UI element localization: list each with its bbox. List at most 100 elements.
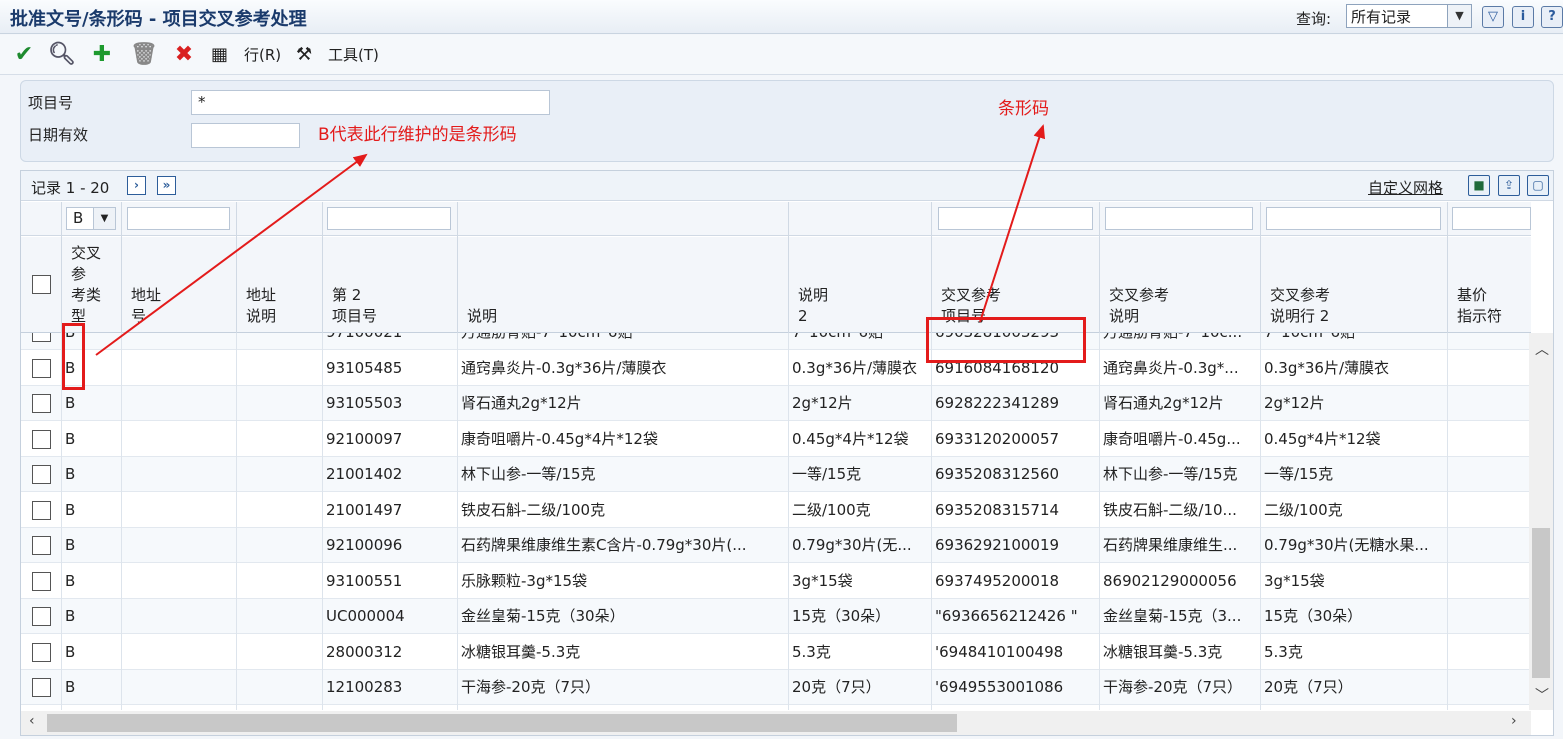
cell-xref-desc2[interactable]: 5.3克 [1264,635,1445,670]
tools-menu[interactable]: 工具(T) [328,42,379,68]
col-xref-desc2[interactable]: 交叉参考 说明行 2 [1260,237,1447,333]
next-page-icon[interactable]: › [127,176,146,195]
row-checkbox[interactable] [32,536,51,555]
cell-description[interactable]: 通窍鼻炎片-0.3g*36片/薄膜衣 [461,351,786,386]
table-row[interactable]: B 93100551 乐脉颗粒-3g*15袋 3g*15袋 6937495200018 8… [21,564,1531,599]
cell-second-item[interactable]: 93105485 [326,351,455,386]
cell-description2[interactable]: 20克（7只） [792,670,929,705]
row-checkbox[interactable] [32,642,51,662]
cell-address-desc[interactable] [240,457,320,492]
cell-second-item[interactable]: 93100551 [326,564,455,599]
qbe-price-indicator-input[interactable] [1452,207,1531,230]
row-checkbox[interactable] [32,394,51,413]
cell-description2[interactable]: 7*10cm*6贴 [792,333,929,350]
cell-address-no[interactable] [125,635,234,670]
cell-xref-desc[interactable]: 冰糖银耳羹-5.3克 [1103,635,1258,670]
table-row[interactable]: B 92100097 康奇咀嚼片-0.45g*4片*12袋 0.45g*4片*12袋 6… [21,422,1531,457]
cell-description2[interactable]: 5.3克 [792,635,929,670]
cell-second-item[interactable]: 12100283 [326,670,455,705]
col-second-item[interactable]: 第 2 项目号 [322,237,457,333]
cell-address-desc[interactable] [240,333,320,350]
cell-price-indicator[interactable] [1451,528,1529,563]
scroll-up-icon[interactable]: ︿ [1535,339,1549,359]
cell-address-desc[interactable] [240,635,320,670]
search-icon[interactable]: 🔍︎ [48,42,76,68]
cell-xref-desc2[interactable]: 15克（30朵） [1264,599,1445,634]
col-description2[interactable]: 说明 2 [788,237,931,333]
qbe-type-select[interactable]: B ▼ [66,207,116,230]
table-row[interactable]: B 21001402 林下山参-一等/15克 一等/15克 6935208312560 林… [21,457,1531,492]
maximize-icon[interactable]: ▢ [1527,175,1549,196]
cell-address-no[interactable] [125,386,234,421]
vertical-scrollbar[interactable]: ︿ ﹀ [1529,333,1553,710]
col-xref-type[interactable]: 交叉 参 考类 型 [61,237,121,333]
cell-second-item[interactable]: 97100021 [326,333,455,350]
table-row[interactable]: B 21001497 铁皮石斛-二级/100克 二级/100克 693520831571… [21,493,1531,528]
table-row[interactable]: B 28000312 冰糖银耳羹-5.3克 5.3克 '6948410100498 冰糖银… [21,635,1531,670]
save-icon[interactable]: ■ [1468,175,1490,196]
cell-xref-desc2[interactable]: 20克（7只） [1264,670,1445,705]
qbe-address-input[interactable] [127,207,230,230]
cell-address-no[interactable] [125,493,234,528]
cell-xref-desc2[interactable]: 7*10cm*6贴 [1264,333,1445,350]
vertical-scroll-thumb[interactable] [1532,528,1550,678]
row-checkbox[interactable] [32,465,51,484]
cell-address-desc[interactable] [240,670,320,705]
cell-second-item[interactable]: 21001402 [326,457,455,492]
cell-address-no[interactable] [125,422,234,457]
cell-description[interactable]: 林下山参-一等/15克 [461,457,786,492]
scroll-right-icon[interactable]: › [1511,713,1517,729]
cell-xref-desc[interactable]: 86902129000056 [1103,564,1258,599]
table-row[interactable]: B UC000004 金丝皇菊-15克（30朵） 15克（30朵） "693665621… [21,599,1531,634]
delete-trash-icon[interactable]: 🗑︎ [130,42,158,68]
cell-description[interactable]: 金丝皇菊-15克（30朵） [461,599,786,634]
cell-xref-desc[interactable]: 林下山参-一等/15克 [1103,457,1258,492]
cell-xref-type[interactable]: B [65,528,119,563]
cell-xref-desc2[interactable]: 一等/15克 [1264,457,1445,492]
cell-xref-type[interactable]: B [65,564,119,599]
cell-xref-desc[interactable]: 干海参-20克（7只） [1103,670,1258,705]
cell-address-desc[interactable] [240,564,320,599]
cell-xref-item[interactable]: 6936292100019 [935,528,1097,563]
cell-price-indicator[interactable] [1451,599,1529,634]
cell-price-indicator[interactable] [1451,670,1529,705]
cell-address-no[interactable] [125,564,234,599]
cell-address-desc[interactable] [240,386,320,421]
row-checkbox[interactable] [32,607,51,626]
ok-check-icon[interactable]: ✔ [10,42,38,68]
export-icon[interactable]: ⇪ [1498,175,1520,196]
cell-address-desc[interactable] [240,351,320,386]
cell-xref-type[interactable]: B [65,457,119,492]
cell-description2[interactable]: 15克（30朵） [792,599,929,634]
cell-description[interactable]: 万通筋骨贴-7*10cm*6贴 [461,333,786,350]
cell-xref-item[interactable]: '6948410100498 [935,635,1097,670]
cell-description[interactable]: 干海参-20克（7只） [461,670,786,705]
cell-price-indicator[interactable] [1451,333,1529,350]
cell-xref-item[interactable]: 6937495200018 [935,564,1097,599]
cell-description[interactable]: 石药牌果维康维生素C含片-0.79g*30片(... [461,528,786,563]
custom-grid-link[interactable]: 自定义网格 [1368,177,1443,198]
qbe-xref-desc-input[interactable] [1105,207,1253,230]
table-row[interactable]: B 93105485 通窍鼻炎片-0.3g*36片/薄膜衣 0.3g*36片/薄膜衣 6… [21,351,1531,386]
cell-xref-desc[interactable]: 康奇咀嚼片-0.45g... [1103,422,1258,457]
cell-price-indicator[interactable] [1451,422,1529,457]
info-icon[interactable]: i [1512,6,1534,28]
cell-address-desc[interactable] [240,599,320,634]
cell-xref-type[interactable]: B [65,386,119,421]
cell-address-no[interactable] [125,457,234,492]
cell-address-no[interactable] [125,333,234,350]
last-page-icon[interactable]: » [157,176,176,195]
cell-price-indicator[interactable] [1451,635,1529,670]
row-checkbox[interactable] [32,500,51,520]
item-no-input[interactable]: * [191,90,550,115]
qbe-xref-desc2-input[interactable] [1266,207,1441,230]
cell-xref-type[interactable]: B [65,599,119,634]
add-icon[interactable]: ✚ [88,42,116,68]
cell-second-item[interactable]: 92100097 [326,422,455,457]
cell-xref-item[interactable]: 6935208315714 [935,493,1097,528]
cell-xref-item[interactable]: "6936656212426 " [935,599,1097,634]
cell-second-item[interactable]: 21001497 [326,493,455,528]
cell-description[interactable]: 肾石通丸2g*12片 [461,386,786,421]
cell-xref-type[interactable]: B [65,493,119,528]
cell-description2[interactable]: 3g*15袋 [792,564,929,599]
